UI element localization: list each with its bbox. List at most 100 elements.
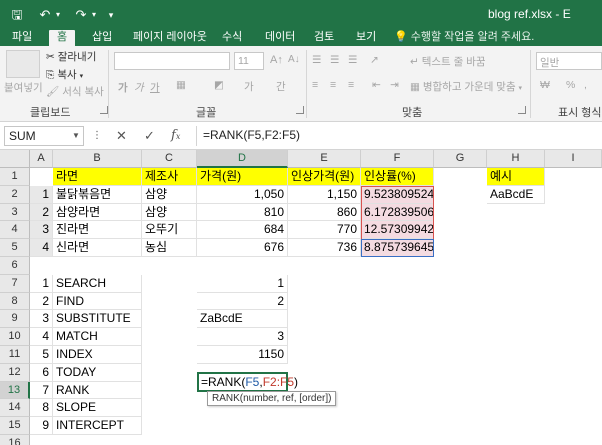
index-cell[interactable]: 3 (30, 221, 53, 240)
rate-cell[interactable]: 6.172839506 (361, 203, 434, 222)
border-icon[interactable]: ▦ (176, 79, 186, 91)
function-tooltip[interactable]: RANK(number, ref, [order]) (207, 391, 337, 406)
new-price-cell[interactable]: 860 (288, 203, 361, 222)
new-price-cell[interactable]: 770 (288, 221, 361, 240)
ramen-name-cell[interactable]: 삼양라면 (53, 203, 142, 222)
tab-data[interactable]: 데이터 (265, 30, 295, 46)
paste-icon[interactable] (6, 50, 40, 78)
function-index-cell[interactable]: 4 (30, 328, 53, 346)
percent-icon[interactable]: % (566, 79, 575, 91)
cut-button[interactable]: ✂ 잘라내기 (46, 49, 96, 64)
function-name-cell[interactable]: SEARCH (53, 274, 142, 293)
row-header-13[interactable]: 13 (0, 381, 30, 400)
align-right-icon[interactable]: ≡ (348, 79, 354, 91)
function-result-cell[interactable]: 2 (197, 292, 288, 311)
redo-dropdown-icon[interactable]: ▾ (88, 5, 100, 25)
merge-center-button[interactable]: ▦ 병합하고 가운데 맞춤 ▾ (410, 79, 522, 94)
column-header-d[interactable]: D (197, 150, 288, 168)
row-header-14[interactable]: 14 (0, 399, 30, 418)
row-header-7[interactable]: 7 (0, 274, 30, 293)
wrap-text-button[interactable]: ↵ 텍스트 줄 바꿈 (410, 54, 486, 69)
fill-color-icon[interactable]: ◩ (214, 79, 224, 91)
format-painter-button[interactable]: 🖌 서식 복사 (46, 84, 104, 99)
copy-button[interactable]: ⎘ 복사 ▾ (46, 67, 83, 82)
bold-icon[interactable]: 가 (118, 80, 128, 95)
paste-button[interactable]: 붙여넣기 (4, 80, 43, 95)
row-header-8[interactable]: 8 (0, 292, 30, 311)
clipboard-launcher-icon[interactable] (100, 106, 108, 114)
row-header-5[interactable]: 5 (0, 239, 30, 257)
decrease-indent-icon[interactable]: ⇤ (372, 79, 381, 91)
tab-review[interactable]: 검토 (314, 30, 334, 46)
maker-cell[interactable]: 농심 (142, 239, 197, 257)
column-header-c[interactable]: C (142, 150, 197, 168)
row-header-3[interactable]: 3 (0, 203, 30, 222)
price-cell[interactable]: 684 (197, 221, 288, 240)
ramen-name-cell[interactable]: 신라면 (53, 239, 142, 257)
column-header-g[interactable]: G (434, 150, 487, 168)
function-name-cell[interactable]: INDEX (53, 346, 142, 364)
tab-file[interactable]: 파일 (12, 30, 32, 46)
function-index-cell[interactable]: 2 (30, 292, 53, 311)
align-middle-icon[interactable]: ☰ (330, 54, 339, 66)
phonetic-icon[interactable]: 간 (276, 79, 286, 94)
function-index-cell[interactable]: 9 (30, 417, 53, 435)
italic-icon[interactable]: 가 (134, 80, 144, 95)
rate-cell[interactable]: 12.57309942 (361, 221, 434, 240)
header-cell-maker[interactable]: 제조사 (142, 168, 197, 186)
price-cell[interactable]: 676 (197, 239, 288, 257)
function-index-cell[interactable]: 1 (30, 274, 53, 293)
column-header-h[interactable]: H (487, 150, 545, 168)
row-header-2[interactable]: 2 (0, 185, 30, 204)
maker-cell[interactable]: 삼양 (142, 185, 197, 204)
grow-font-icon[interactable]: A↑ (270, 54, 283, 66)
function-name-cell[interactable]: MATCH (53, 328, 142, 346)
price-cell[interactable]: 1,050 (197, 185, 288, 204)
column-header-b[interactable]: B (53, 150, 142, 168)
enter-icon[interactable]: ✓ (144, 128, 155, 144)
function-name-cell[interactable]: RANK (53, 381, 142, 400)
tell-me-box[interactable]: 💡 수행할 작업을 알려 주세요. (394, 30, 534, 46)
align-bottom-icon[interactable]: ☰ (348, 54, 357, 66)
function-result-cell[interactable]: 1150 (197, 346, 288, 364)
underline-icon[interactable]: 가 (150, 80, 160, 95)
function-name-cell[interactable]: SLOPE (53, 399, 142, 418)
header-cell-rate[interactable]: 인상률(%) (361, 168, 434, 186)
formula-input[interactable]: =RANK(F5,F2:F5) (196, 126, 602, 146)
function-result-cell[interactable]: ZaBcdE (197, 310, 288, 329)
header-cell-example[interactable]: 예시 (487, 168, 545, 186)
align-center-icon[interactable]: ≡ (330, 79, 336, 91)
chevron-down-icon[interactable]: ▼ (72, 131, 80, 140)
shrink-font-icon[interactable]: A↓ (288, 54, 300, 65)
example-value-cell[interactable]: AaBcdE (487, 185, 545, 204)
function-index-cell[interactable]: 6 (30, 363, 53, 382)
function-index-cell[interactable]: 7 (30, 381, 53, 400)
currency-icon[interactable]: ₩ (540, 79, 550, 91)
save-icon[interactable]: 🖫 (6, 5, 28, 25)
ramen-name-cell[interactable]: 불닭볶음면 (53, 185, 142, 204)
function-index-cell[interactable]: 3 (30, 310, 53, 329)
alignment-launcher-icon[interactable] (518, 106, 526, 114)
index-cell[interactable]: 2 (30, 203, 53, 222)
index-cell[interactable]: 1 (30, 185, 53, 204)
header-cell-price[interactable]: 가격(원) (197, 168, 288, 186)
row-header-4[interactable]: 4 (0, 221, 30, 240)
font-name-dropdown[interactable] (114, 52, 230, 70)
column-header-a[interactable]: A (30, 150, 53, 168)
undo-dropdown-icon[interactable]: ▾ (52, 5, 64, 25)
function-index-cell[interactable]: 8 (30, 399, 53, 418)
row-header-9[interactable]: 9 (0, 310, 30, 329)
column-header-e[interactable]: E (288, 150, 361, 168)
row-header-10[interactable]: 10 (0, 328, 30, 346)
header-cell-new-price[interactable]: 인상가격(원) (288, 168, 361, 186)
align-top-icon[interactable]: ☰ (312, 54, 321, 66)
function-name-cell[interactable]: SUBSTITUTE (53, 310, 142, 329)
function-result-cell[interactable]: 1 (197, 274, 288, 293)
number-format-dropdown[interactable]: 일반 (536, 52, 602, 70)
rate-cell[interactable]: 9.523809524 (361, 185, 434, 204)
header-cell-ramen[interactable]: 라면 (53, 168, 142, 186)
maker-cell[interactable]: 삼양 (142, 203, 197, 222)
row-header-16[interactable]: 16 (0, 435, 30, 445)
maker-cell[interactable]: 오뚜기 (142, 221, 197, 240)
new-price-cell[interactable]: 1,150 (288, 185, 361, 204)
